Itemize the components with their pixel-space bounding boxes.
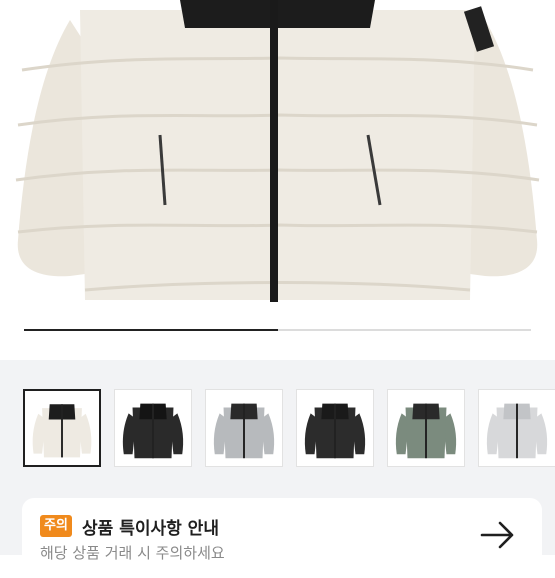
thumbnail-sage-black[interactable] xyxy=(387,389,465,467)
carousel-progress-track xyxy=(24,329,531,331)
thumbnail-silver[interactable] xyxy=(478,389,555,467)
product-hero[interactable] xyxy=(0,0,555,360)
thumbnail-black-matte[interactable] xyxy=(296,389,374,467)
thumbnail-strip xyxy=(23,389,555,469)
thumbnail-cream-black[interactable] xyxy=(23,389,101,467)
thumbnail-grey-black[interactable] xyxy=(205,389,283,467)
thumbnail-image xyxy=(388,390,464,466)
thumbnail-image xyxy=(25,391,99,465)
notice-badge: 주의 xyxy=(40,515,72,537)
notice-title: 상품 특이사항 안내 xyxy=(82,519,219,539)
thumbnail-image xyxy=(115,390,191,466)
thumbnail-black-glossy[interactable] xyxy=(114,389,192,467)
notice-subtitle: 해당 상품 거래 시 주의하세요 xyxy=(40,544,225,562)
thumbnail-image xyxy=(479,390,555,466)
arrow-right-icon[interactable] xyxy=(480,520,516,550)
thumbnail-image xyxy=(297,390,373,466)
notice-card[interactable]: 주의 상품 특이사항 안내 해당 상품 거래 시 주의하세요 xyxy=(22,498,542,578)
thumbnail-image xyxy=(206,390,282,466)
carousel-progress-fill xyxy=(24,329,278,331)
product-image[interactable] xyxy=(0,0,555,320)
